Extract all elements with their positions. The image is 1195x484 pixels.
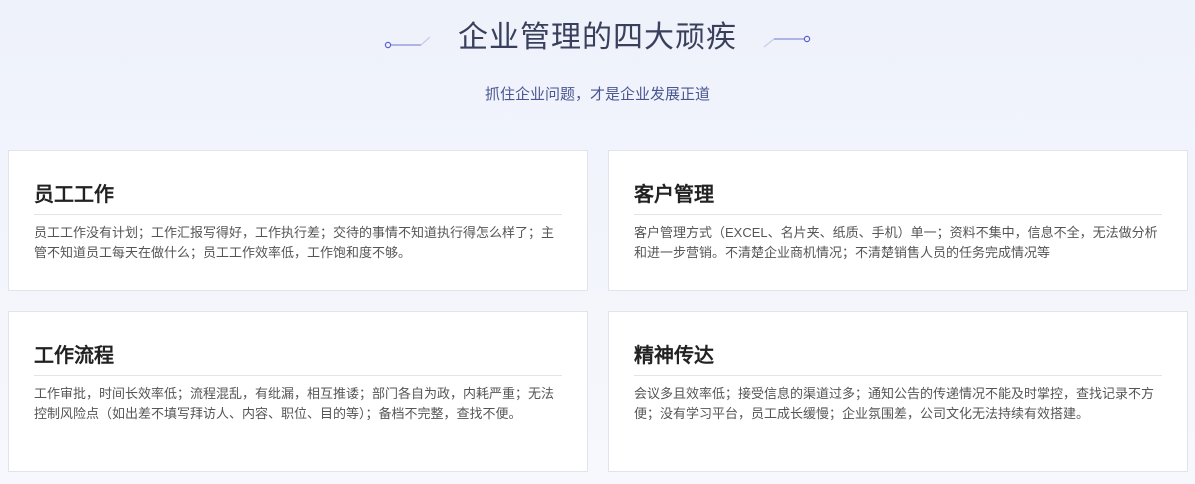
card-spirit-communication: 精神传达 会议多且效率低；接受信息的渠道过多；通知公告的传递情况不能及时掌控，查…: [608, 311, 1188, 472]
card-divider: [634, 375, 1162, 376]
card-workflow: 工作流程 工作审批，时间长效率低；流程混乱，有纰漏，相互推诿；部门各自为政，内耗…: [8, 311, 588, 472]
card-description: 员工工作没有计划；工作汇报写得好，工作执行差；交待的事情不知道执行得怎么样了；主…: [34, 225, 555, 260]
card-title: 员工工作: [34, 184, 114, 206]
card-title: 工作流程: [34, 345, 114, 367]
card-customer-management: 客户管理 客户管理方式（EXCEL、名片夹、纸质、手机）单一；资料不集中，信息不…: [608, 150, 1188, 291]
card-divider: [34, 375, 562, 376]
page-subtitle: 抓住企业问题，才是企业发展正道: [484, 86, 710, 103]
right-line-ornament-icon: [763, 35, 811, 48]
page-title: 企业管理的四大顽疾: [458, 21, 737, 54]
card-description: 工作审批，时间长效率低；流程混乱，有纰漏，相互推诿；部门各自为政，内耗严重；无法…: [34, 386, 555, 421]
card-description: 客户管理方式（EXCEL、名片夹、纸质、手机）单一；资料不集中，信息不全，无法做…: [634, 225, 1158, 260]
card-divider: [34, 214, 562, 215]
card-description: 会议多且效率低；接受信息的渠道过多；通知公告的传递情况不能及时掌控，查找记录不方…: [634, 386, 1155, 421]
card-employee-work: 员工工作 员工工作没有计划；工作汇报写得好，工作执行差；交待的事情不知道执行得怎…: [8, 150, 588, 291]
card-title: 精神传达: [634, 345, 714, 367]
card-divider: [634, 214, 1162, 215]
section-header: 企业管理的四大顽疾: [0, 14, 1195, 62]
card-title: 客户管理: [634, 184, 714, 206]
